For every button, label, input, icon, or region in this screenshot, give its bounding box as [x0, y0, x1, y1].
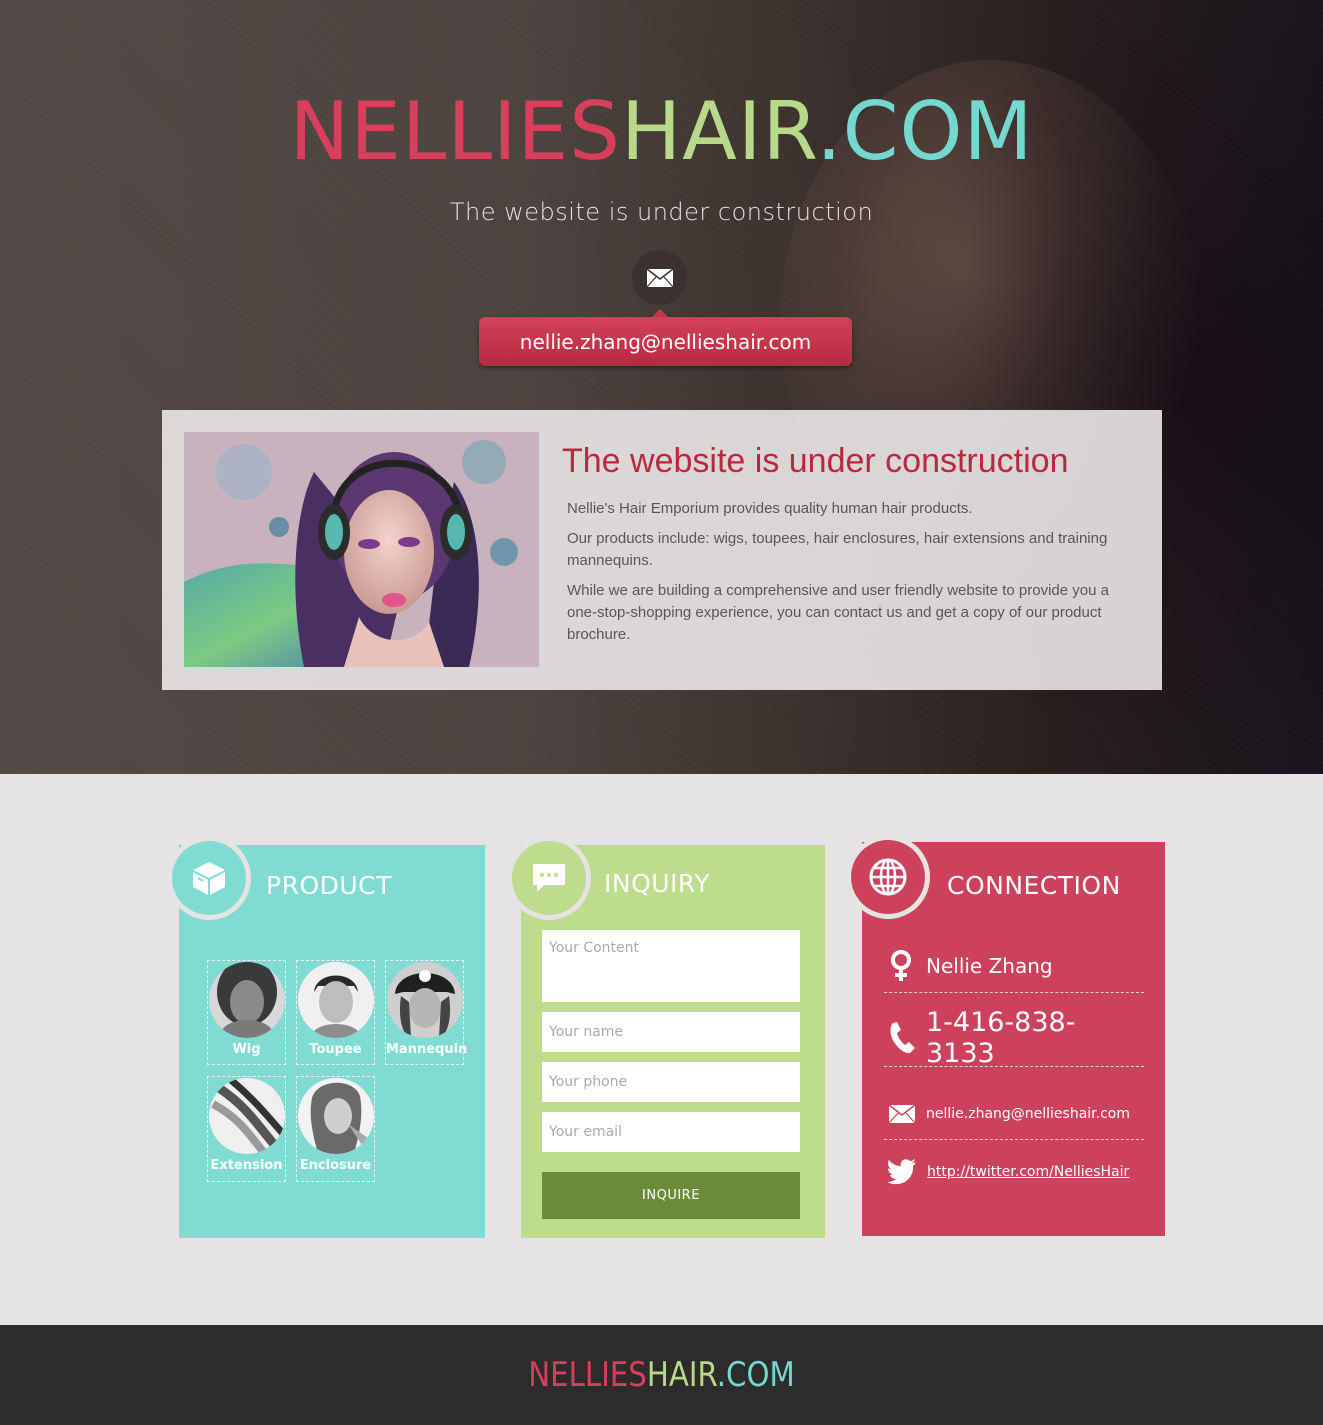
enclosure-thumbnail — [297, 1078, 374, 1154]
intro-paragraph: Our products include: wigs, toupees, hai… — [567, 530, 1108, 569]
product-item-label: Extension — [210, 1158, 283, 1173]
hero-tagline: The website is under construction — [449, 198, 874, 226]
site-logo[interactable]: NELLIESHAIR.COM — [0, 82, 1323, 182]
logo-part-com: .COM — [816, 85, 1034, 178]
hero-section: NELLIESHAIR.COM The website is under con… — [0, 0, 1323, 774]
product-item-label: Toupee — [309, 1042, 362, 1057]
intro-paragraph: Nellie's Hair Emporium provides quality … — [567, 500, 973, 517]
product-item-label: Enclosure — [299, 1158, 372, 1173]
contact-phone-row: 1-416-838-3133 — [884, 1007, 1144, 1069]
twitter-bird-icon — [887, 1159, 916, 1185]
globe-icon — [869, 858, 907, 896]
product-item-extension[interactable]: Extension — [207, 1076, 286, 1182]
mail-badge — [632, 250, 687, 305]
connection-card-title: CONNECTION — [947, 871, 1121, 900]
inquire-button[interactable]: INQUIRE — [542, 1172, 800, 1219]
hero-email-link[interactable]: nellie.zhang@nellieshair.com — [479, 317, 852, 366]
phone-icon — [890, 1022, 915, 1054]
divider — [884, 1066, 1144, 1067]
toupee-thumbnail — [297, 962, 374, 1038]
product-item-wig[interactable]: Wig — [207, 960, 286, 1065]
divider — [884, 1139, 1144, 1140]
contact-phone: 1-416-838-3133 — [925, 1007, 1076, 1069]
inquiry-content-input[interactable] — [542, 930, 800, 1002]
contact-twitter-link[interactable]: http://twitter.com/NelliesHair — [927, 1164, 1129, 1180]
logo-part-nellies: NELLIES — [289, 85, 621, 178]
contact-twitter-row[interactable]: http://twitter.com/NelliesHair — [884, 1158, 1144, 1186]
extension-thumbnail — [208, 1078, 285, 1154]
product-card-title: PRODUCT — [266, 871, 392, 900]
female-icon — [891, 950, 911, 981]
inquiry-phone-input[interactable] — [542, 1062, 800, 1102]
contact-email-row[interactable]: nellie.zhang@nellieshair.com — [884, 1102, 1144, 1126]
inquiry-badge — [507, 836, 591, 920]
product-badge — [167, 836, 251, 920]
intro-image-headphones-girl — [184, 432, 539, 667]
contact-name: Nellie Zhang — [926, 954, 1053, 978]
box-icon — [193, 862, 225, 895]
divider — [884, 992, 1144, 993]
product-item-label: Wig — [232, 1042, 261, 1057]
envelope-icon — [646, 267, 673, 287]
inquiry-name-input[interactable] — [542, 1012, 800, 1052]
mannequin-thumbnail — [386, 962, 463, 1038]
logo-part-hair: HAIR — [620, 85, 817, 178]
footer-logo-part-com: .COM — [716, 1355, 795, 1395]
inquiry-email-input[interactable] — [542, 1112, 800, 1152]
connection-badge — [846, 835, 930, 919]
product-item-toupee[interactable]: Toupee — [296, 960, 375, 1065]
chat-bubble-icon — [533, 864, 565, 892]
contact-name-row: Nellie Zhang — [884, 948, 1144, 984]
product-item-enclosure[interactable]: Enclosure — [296, 1076, 375, 1182]
footer-logo[interactable]: NELLIESHAIR.COM — [93, 1353, 1231, 1397]
wig-thumbnail — [208, 962, 285, 1038]
footer: NELLIESHAIR.COM — [0, 1325, 1323, 1425]
intro-title: The website is under construction — [562, 442, 1069, 480]
product-item-mannequin[interactable]: Mannequin — [385, 960, 468, 1065]
intro-panel: The website is under construction Nellie… — [162, 410, 1162, 690]
envelope-icon — [888, 1104, 916, 1124]
footer-logo-part-nellies: NELLIES — [528, 1355, 647, 1395]
intro-text: Nellie's Hair Emporium provides quality … — [567, 498, 1137, 654]
footer-logo-part-hair: HAIR — [646, 1355, 717, 1395]
intro-paragraph: While we are building a comprehensive an… — [567, 582, 1109, 643]
contact-email-link[interactable]: nellie.zhang@nellieshair.com — [926, 1106, 1130, 1122]
product-item-label: Mannequin — [386, 1042, 468, 1057]
inquiry-card-title: INQUIRY — [604, 869, 710, 898]
